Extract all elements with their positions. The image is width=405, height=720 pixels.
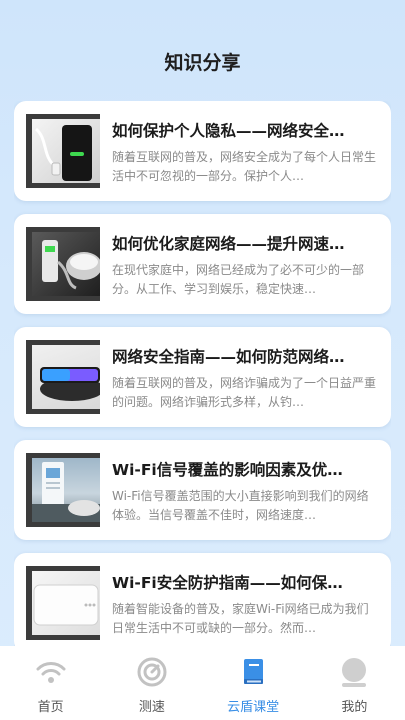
article-list[interactable]: 如何保护个人隐私——网络安全… 随着互联网的普及，网络安全成为了每个人日常生活中… [14,101,391,646]
speedometer-icon [137,657,167,687]
tab-home[interactable]: 首页 [0,646,101,720]
article-card[interactable]: 网络安全指南——如何防范网络… 随着互联网的普及，网络诈骗成为了一个日益严重的问… [14,327,391,427]
tab-course[interactable]: 云盾课堂 [203,646,304,720]
article-thumbnail [26,340,100,414]
tab-speedtest[interactable]: 测速 [101,646,202,720]
article-title[interactable]: 如何保护个人隐私——网络安全… [112,119,378,141]
tab-label: 云盾课堂 [227,700,280,715]
article-summary: 随着互联网的普及，网络诈骗成为了一个日益严重的问题。网络诈骗形式多样，从钓… [112,376,376,409]
tab-profile[interactable]: 我的 [304,646,405,720]
article-summary: Wi-Fi信号覆盖范围的大小直接影响到我们的网络体验。当信号覆盖不佳时，网络速度… [112,489,369,522]
profile-icon [342,658,367,687]
tab-label: 测速 [138,700,165,715]
article-title[interactable]: 网络安全指南——如何防范网络… [112,345,378,367]
book-icon [244,659,264,684]
article-title[interactable]: Wi-Fi信号覆盖的影响因素及优… [112,458,378,480]
tab-label: 首页 [37,700,64,715]
article-summary: 在现代家庭中，网络已经成为了必不可少的一部分。从工作、学习到娱乐，稳定快速… [112,263,365,296]
article-title[interactable]: 如何优化家庭网络——提升网速… [112,232,378,254]
article-title[interactable]: Wi-Fi安全防护指南——如何保… [112,571,378,593]
article-summary: 随着互联网的普及，网络安全成为了每个人日常生活中不可忽视的一部分。保护个人… [112,150,376,183]
article-thumbnail [26,453,100,527]
wifi-icon [36,662,66,683]
article-thumbnail [26,566,100,640]
article-thumbnail [26,227,100,301]
article-card[interactable]: 如何优化家庭网络——提升网速… 在现代家庭中，网络已经成为了必不可少的一部分。从… [14,214,391,314]
tab-label: 我的 [341,700,368,715]
article-card[interactable]: Wi-Fi信号覆盖的影响因素及优… Wi-Fi信号覆盖范围的大小直接影响到我们的… [14,440,391,540]
page-header: 知识分享 [0,0,405,100]
article-thumbnail [26,114,100,188]
article-card[interactable]: 如何保护个人隐私——网络安全… 随着互联网的普及，网络安全成为了每个人日常生活中… [14,101,391,201]
article-summary: 随着智能设备的普及，家庭Wi-Fi网络已成为我们日常生活中不可或缺的一部分。然而… [112,602,369,635]
page-title: 知识分享 [164,51,241,74]
article-card[interactable]: Wi-Fi安全防护指南——如何保… 随着智能设备的普及，家庭Wi-Fi网络已成为… [14,553,391,646]
bottom-tab-bar: 首页 测速 云盾课堂 我的 [0,646,405,720]
